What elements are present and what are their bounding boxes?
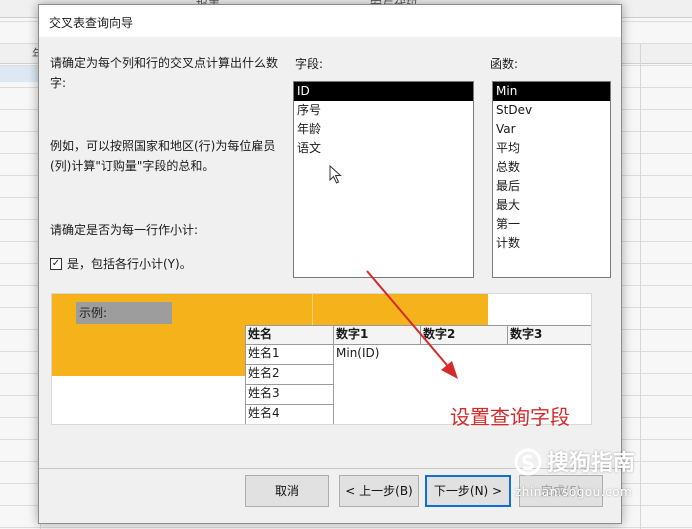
- intro-text: 请确定为每个列和行的交叉点计算出什么数字:: [50, 56, 279, 90]
- function-item[interactable]: 总数: [493, 158, 610, 177]
- watermark-url: zhinan.sogou.com: [515, 485, 633, 499]
- back-button[interactable]: < 上一步(B): [339, 475, 419, 507]
- function-item[interactable]: 最后: [493, 177, 610, 196]
- subtotal-question: 请确定是否为每一行作小计:: [50, 223, 199, 237]
- function-item[interactable]: 平均: [493, 139, 610, 158]
- sample-value: Min(ID): [336, 346, 380, 360]
- fields-label: 字段:: [295, 57, 324, 71]
- function-item[interactable]: StDev: [493, 101, 610, 120]
- watermark-logo-icon: [514, 448, 542, 476]
- dialog-title: 交叉表查询向导: [49, 16, 134, 30]
- sample-row-cell: 姓名2: [245, 364, 334, 385]
- sample-row-cell: 姓名3: [245, 384, 334, 405]
- dialog-titlebar[interactable]: 交叉表查询向导: [39, 5, 621, 37]
- field-item[interactable]: 序号: [294, 101, 473, 120]
- example-text: 例如，可以按照国家和地区(行)为每位雇员(列)计算"订购量"字段的总和。: [50, 139, 276, 173]
- watermark-text: 搜狗指南: [547, 451, 636, 476]
- subtotal-checkbox[interactable]: ✓: [50, 257, 62, 270]
- function-item[interactable]: Var: [493, 120, 610, 139]
- field-item[interactable]: ID: [294, 82, 473, 101]
- cancel-button[interactable]: 取消: [245, 475, 329, 507]
- sample-band-decoration: [312, 294, 392, 328]
- mouse-cursor-icon: [329, 165, 342, 184]
- function-item[interactable]: 最大: [493, 196, 610, 215]
- sample-row-cell: 姓名1: [245, 344, 334, 365]
- next-button[interactable]: 下一步(N) >: [425, 475, 511, 507]
- subtotal-checkbox-row[interactable]: ✓ 是，包括各行小计(Y)。: [50, 255, 192, 272]
- sample-header-cell: 数字2: [420, 325, 508, 345]
- functions-label: 函数:: [490, 57, 519, 71]
- fields-listbox[interactable]: ID 序号 年龄 语文: [293, 81, 474, 278]
- sample-header-cell: 数字1: [333, 325, 421, 345]
- function-item[interactable]: Min: [493, 82, 610, 101]
- watermark: 搜狗指南 zhinan.sogou.com: [513, 445, 683, 505]
- field-item[interactable]: 年龄: [294, 120, 473, 139]
- selected-row-indicator: [0, 66, 40, 82]
- function-item[interactable]: 计数: [493, 234, 610, 253]
- sample-row-cell: 姓名4: [245, 404, 334, 424]
- functions-listbox[interactable]: Min StDev Var 平均 总数 最后 最大 第一 计数: [492, 81, 611, 278]
- annotation-text: 设置查询字段: [450, 405, 570, 429]
- sample-label: 示例:: [76, 302, 172, 324]
- subtotal-checkbox-label[interactable]: 是，包括各行小计(Y)。: [67, 255, 192, 272]
- sample-header-cell: 数字3: [507, 325, 591, 345]
- field-item[interactable]: 语文: [294, 139, 473, 158]
- sample-header-cell: 姓名: [245, 325, 334, 345]
- function-item[interactable]: 第一: [493, 215, 610, 234]
